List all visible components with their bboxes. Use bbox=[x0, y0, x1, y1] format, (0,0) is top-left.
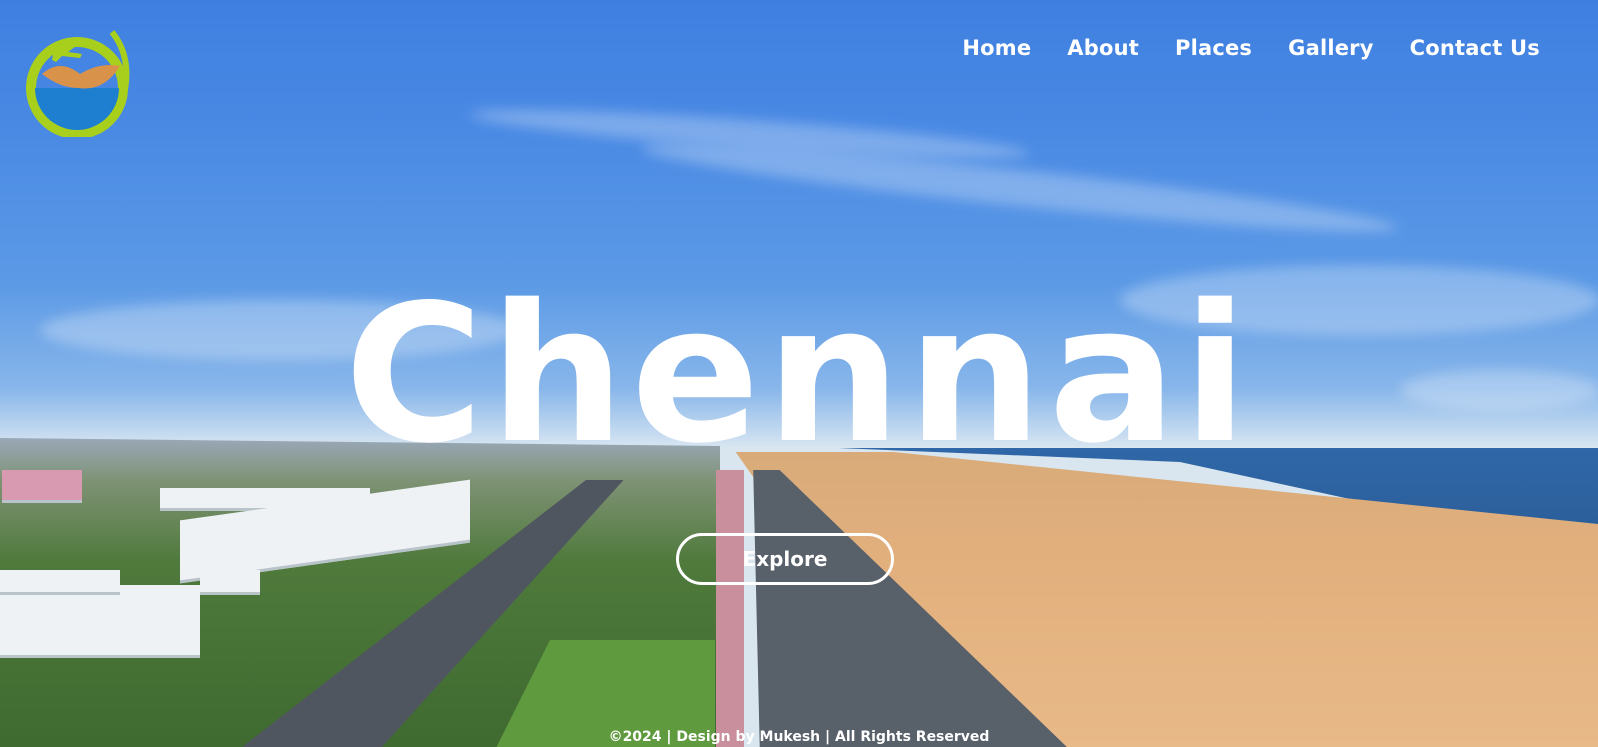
nav-places-link[interactable]: Places bbox=[1175, 36, 1252, 60]
main-nav: Home About Places Gallery Contact Us bbox=[962, 36, 1540, 60]
building bbox=[2, 470, 82, 503]
explore-button[interactable]: Explore bbox=[676, 533, 894, 585]
cloud bbox=[640, 130, 1400, 246]
nav-about-link[interactable]: About bbox=[1067, 36, 1139, 60]
building bbox=[0, 585, 200, 658]
nav-gallery-link[interactable]: Gallery bbox=[1288, 36, 1374, 60]
hero-section: Home About Places Gallery Contact Us Che… bbox=[0, 0, 1598, 747]
hero-title: Chennai bbox=[344, 264, 1254, 485]
footer-copyright: ©2024 | Design by Mukesh | All Rights Re… bbox=[608, 729, 990, 745]
travel-logo-plane-icon[interactable] bbox=[20, 22, 135, 137]
nav-contact-us-link[interactable]: Contact Us bbox=[1410, 36, 1540, 60]
building bbox=[0, 570, 120, 595]
nav-home-link[interactable]: Home bbox=[962, 36, 1031, 60]
promenade bbox=[716, 470, 744, 747]
building bbox=[200, 570, 260, 595]
